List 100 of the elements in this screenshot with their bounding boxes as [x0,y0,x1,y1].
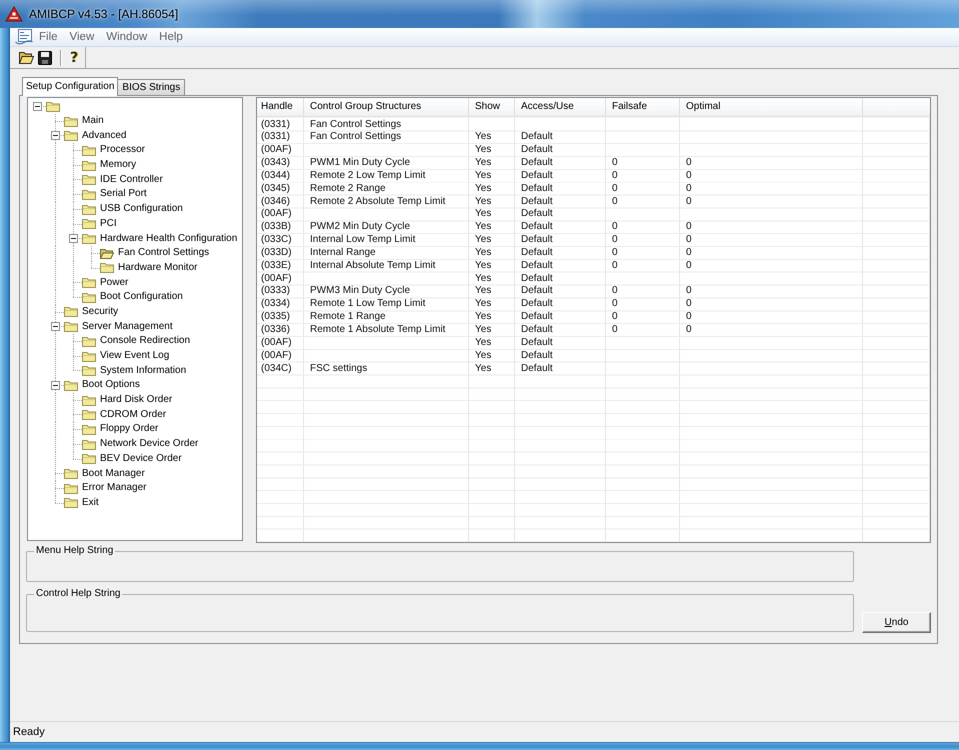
table-cell-text: Remote 2 Low Temp Limit [309,170,426,183]
tree-item[interactable]: Error Manager [64,481,146,496]
minus-box-icon[interactable] [50,131,60,140]
document-icon[interactable] [15,29,33,45]
app-icon [5,6,23,22]
table-cell-text: Yes [474,196,492,208]
tab[interactable]: BIOS Strings [117,79,186,95]
table-cell-text: FSC settings [309,362,368,376]
menu-item[interactable]: Help [153,28,189,46]
tree-item[interactable]: CDROM Order [82,408,166,422]
tree-item[interactable]: System Information [82,364,186,378]
table-cell-text: Yes [474,170,492,183]
column-header[interactable]: Access/Use [515,98,606,116]
status-text: Ready [13,726,45,738]
table-cell-text: (0334) [260,298,291,312]
table-cell-text: Remote 1 Range [309,311,387,324]
tree-item[interactable]: Serial Port [82,187,147,202]
table-cell-text: Default [520,311,554,324]
table-cell-text: Remote 2 Range [309,182,387,196]
table-cell-text: 0 [685,170,693,183]
table-cell-text: (00AF) [260,208,293,222]
minus-box-icon[interactable] [32,102,42,111]
table-cell-text: Default [520,246,554,260]
table-cell-text: (033B) [260,221,292,234]
table-cell-text: Default [520,208,554,222]
table-cell-text: 0 [685,298,693,312]
table-cell-text: Default [520,324,554,337]
tree-item[interactable]: Hardware Monitor [100,260,198,275]
tree-item[interactable]: IDE Controller [82,172,163,187]
minus-box-icon[interactable] [50,380,60,390]
tree-item[interactable]: Network Device Order [82,437,198,452]
table-cell-text: 0 [685,324,693,337]
tree-item[interactable]: BEV Device Order [82,452,182,466]
tree-item[interactable]: Hard Disk Order [82,393,172,408]
table-cell-text: (0333) [260,285,291,298]
help-button[interactable]: ? [69,50,80,66]
table-cell-text: Default [520,221,554,234]
menu-item[interactable]: View [64,28,100,46]
tree-item[interactable]: Server Management [64,320,173,334]
tree-item[interactable]: Exit [64,496,99,510]
table-cell-text: Default [520,234,554,247]
table-cell-text: 0 [611,260,619,273]
tree-item[interactable]: Console Redirection [82,334,190,348]
column-header[interactable]: Show [469,98,515,116]
tree-item[interactable]: Advanced [64,128,126,143]
column-header[interactable]: Handle [257,98,304,116]
menu-item[interactable]: File [33,28,64,46]
table-cell-text: Default [520,272,554,286]
table-cell-text: Default [520,157,554,170]
table-cell-text: Default [520,336,554,350]
table-cell-text: (0346) [260,196,291,208]
tree-item[interactable]: Boot Manager [64,466,145,481]
table-cell-text: Yes [474,144,492,158]
tree-item[interactable]: Memory [82,158,136,172]
undo-button[interactable]: Undo [862,612,931,633]
table-cell-text: (034C) [260,362,293,376]
tab[interactable]: Setup Configuration [22,77,118,96]
table-cell-text: 0 [685,311,693,324]
tree-item[interactable]: Hardware Health Configuration [82,232,238,246]
open-folder-icon[interactable] [18,50,34,66]
minus-box-icon[interactable] [50,322,60,332]
table-cell-text: Default [520,260,554,273]
tree-item[interactable]: Boot Configuration [82,290,183,304]
table-cell-text: 0 [611,157,619,170]
tree-item[interactable]: Boot Options [64,378,140,392]
minus-box-icon[interactable] [68,234,78,244]
table-cell-text: Yes [474,298,492,312]
tree-item[interactable]: Floppy Order [82,422,158,436]
column-header[interactable]: Failsafe [606,98,680,116]
menu-item[interactable]: Window [100,28,154,46]
tree-item[interactable]: Processor [82,143,146,158]
table-cell-text: Yes [474,131,492,144]
tree-item[interactable]: Main [64,114,104,128]
table-cell-text: Remote 1 Low Temp Limit [309,298,426,312]
panel-label: Control Help String [34,588,122,600]
column-header[interactable]: Optimal [680,98,863,116]
tree-item[interactable]: Fan Control Settings [100,246,210,260]
tree-item[interactable]: USB Configuration [82,202,183,216]
table-cell-text: 0 [685,196,693,208]
table-cell-text: Fan Control Settings [309,118,402,132]
tree-item[interactable]: Power [82,276,128,290]
table-cell-text: PWM3 Min Duty Cycle [309,285,412,298]
table-cell-text: 0 [685,285,693,298]
table-cell-text: 0 [611,324,619,337]
save-icon[interactable] [37,50,53,66]
table-cell-text: Yes [474,362,492,376]
table-cell-text: Default [520,285,554,298]
tree-item[interactable]: View Event Log [82,349,170,364]
table-cell-text: Fan Control Settings [309,131,402,144]
table-cell-text: 0 [685,260,693,273]
column-header[interactable]: Control Group Structures [304,98,469,116]
table-cell-text: Internal Low Temp Limit [309,234,416,247]
table-cell-text: 0 [685,221,693,234]
table-cell-text: 0 [611,234,619,247]
tree-item[interactable]: Security [64,304,118,319]
table-cell-text: 0 [611,298,619,312]
table-cell-text: 0 [611,182,619,196]
table-cell-text: Default [520,350,554,363]
tree-item[interactable]: PCI [82,216,117,231]
folder-icon[interactable] [46,100,60,112]
